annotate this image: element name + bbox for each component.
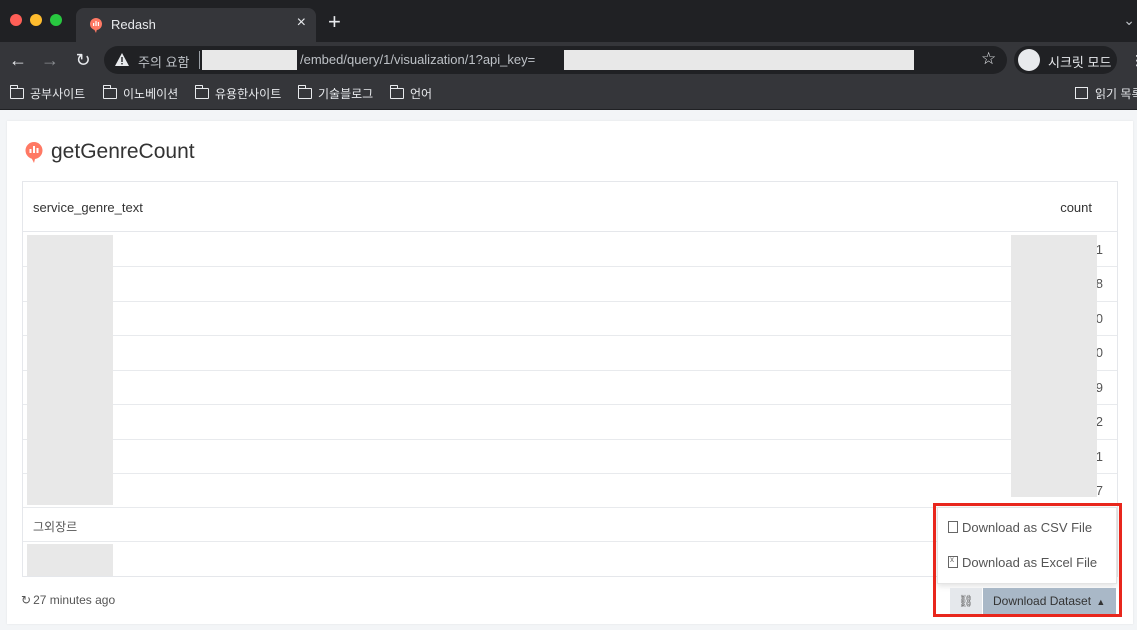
refresh-icon[interactable]: ↻ <box>21 593 31 607</box>
download-dropdown-menu: Download as CSV File Download as Excel F… <box>937 507 1117 584</box>
security-status-label[interactable]: 주의 요함 <box>138 52 189 71</box>
new-tab-button[interactable]: + <box>328 11 341 33</box>
download-csv-menu-item[interactable]: Download as CSV File <box>948 520 1092 535</box>
last-updated: ↻ 27 minutes ago <box>21 593 115 607</box>
tab-close-icon[interactable]: × <box>297 14 306 32</box>
bookmark-label: 기술블로그 <box>318 87 374 101</box>
table-row: 9 <box>23 371 1117 405</box>
genre-cell: 그외장르 <box>33 520 78 534</box>
minimize-window-button[interactable] <box>30 14 42 26</box>
url-path[interactable]: /embed/query/1/visualization/1?api_key= <box>300 52 535 67</box>
tab-title: Redash <box>111 17 156 32</box>
redacted-count-column <box>1011 235 1097 497</box>
reading-list-icon <box>1075 87 1088 99</box>
redash-favicon-icon <box>90 18 102 33</box>
bookmark-label: 언어 <box>410 87 433 101</box>
folder-icon <box>9 85 24 99</box>
download-excel-label: Download as Excel File <box>962 555 1098 570</box>
excel-file-icon <box>948 555 958 568</box>
incognito-icon <box>1018 49 1040 71</box>
table-row: 2 <box>23 405 1117 440</box>
redacted-last-row <box>27 544 113 576</box>
bookmark-label: 유용한사이트 <box>215 87 282 101</box>
address-bar[interactable]: 주의 요함 /embed/query/1/visualization/1?api… <box>104 46 1007 74</box>
redacted-host <box>202 50 297 70</box>
folder-icon <box>297 85 312 99</box>
redacted-api-key <box>564 50 914 70</box>
bookmark-label: 공부사이트 <box>30 87 86 101</box>
back-arrow-icon[interactable]: ← <box>6 48 30 72</box>
incognito-badge[interactable]: 시크릿 모드 <box>1014 46 1117 74</box>
browser-menu-icon[interactable]: ⋮ <box>1130 52 1137 69</box>
caret-up-icon: ▲ <box>1096 597 1106 607</box>
column-header-count[interactable]: count <box>1060 200 1092 215</box>
reload-icon[interactable]: ↻ <box>71 48 95 72</box>
bookmarks-bar: 공부사이트 이노베이션 유용한사이트 기술블로그 언어 읽기 목록 <box>0 78 1137 110</box>
download-csv-label: Download as CSV File <box>962 520 1093 535</box>
copy-link-button[interactable]: ⛓ <box>950 588 982 614</box>
column-header-genre[interactable]: service_genre_text <box>33 200 143 215</box>
browser-tab[interactable]: Redash × <box>76 8 316 42</box>
query-title: getGenreCount <box>51 140 195 163</box>
folder-icon <box>389 85 404 99</box>
table-row: 0 <box>23 336 1117 371</box>
bookmark-folder[interactable]: 유용한사이트 <box>194 85 282 103</box>
table-row: 1 <box>23 233 1117 267</box>
redacted-genre-column <box>27 235 113 505</box>
table-row: 7 <box>23 474 1117 508</box>
download-dataset-label: Download Dataset <box>993 594 1092 608</box>
bookmark-folder[interactable]: 언어 <box>389 85 433 103</box>
table-row: 8 <box>23 267 1117 302</box>
bookmark-folder[interactable]: 이노베이션 <box>102 85 179 103</box>
close-window-button[interactable] <box>10 14 22 26</box>
reading-list-label: 읽기 목록 <box>1095 87 1137 101</box>
bookmark-folder[interactable]: 기술블로그 <box>297 85 374 103</box>
download-excel-menu-item[interactable]: Download as Excel File <box>948 555 1097 570</box>
forward-arrow-icon[interactable]: → <box>38 48 62 72</box>
link-icon: ⛓ <box>958 594 974 608</box>
maximize-window-button[interactable] <box>50 14 62 26</box>
folder-icon <box>102 85 117 99</box>
download-dataset-button[interactable]: Download Dataset ▲ <box>983 588 1116 614</box>
file-icon <box>948 521 958 533</box>
table-row: 1 <box>23 440 1117 474</box>
table-header: service_genre_text count <box>23 182 1117 232</box>
bookmark-label: 이노베이션 <box>123 87 179 101</box>
redash-logo-icon <box>25 142 43 163</box>
warning-icon <box>115 53 129 66</box>
browser-titlebar: Redash × + ⌄ <box>0 0 1137 42</box>
reading-list-button[interactable]: 읽기 목록 <box>1075 85 1137 102</box>
bookmark-star-icon[interactable]: ☆ <box>981 49 996 69</box>
tab-search-chevron-icon[interactable]: ⌄ <box>1123 12 1135 29</box>
bookmark-folder[interactable]: 공부사이트 <box>9 85 86 103</box>
folder-icon <box>194 85 209 99</box>
browser-toolbar: ← → ↻ 주의 요함 /embed/query/1/visualization… <box>0 42 1137 78</box>
table-row: 0 <box>23 302 1117 336</box>
url-divider <box>199 51 200 69</box>
last-updated-text: 27 minutes ago <box>33 593 116 607</box>
incognito-label: 시크릿 모드 <box>1048 55 1112 70</box>
